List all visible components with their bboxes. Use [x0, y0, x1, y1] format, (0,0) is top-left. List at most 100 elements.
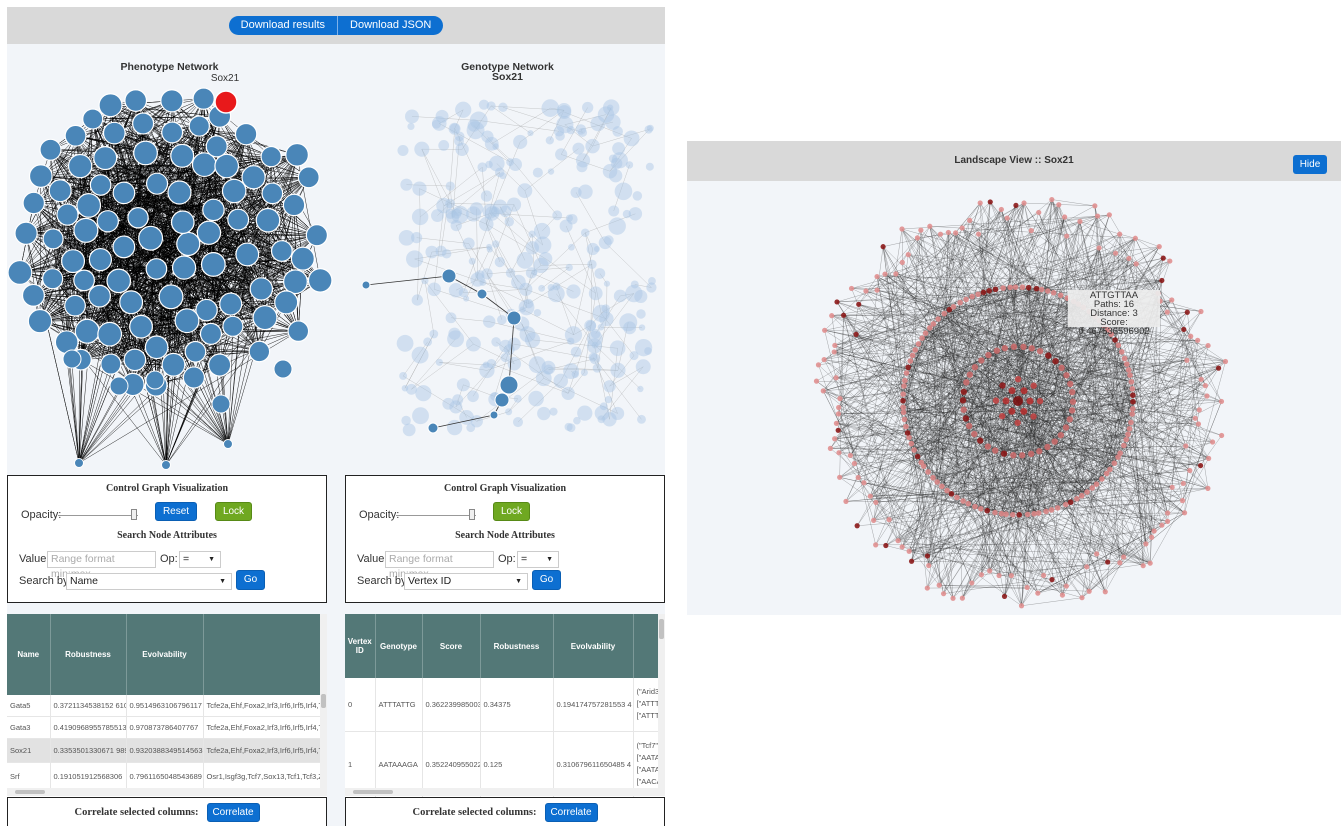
- genotype-node[interactable]: [638, 324, 646, 331]
- column-header-vertex-id[interactable]: Vertex ID: [345, 614, 376, 678]
- genotype-node[interactable]: [555, 148, 568, 161]
- landscape-node[interactable]: [930, 321, 937, 327]
- genotype-node[interactable]: [553, 126, 565, 137]
- table-row[interactable]: Gata5 0.3721134538152 6106 0.95149631067…: [7, 695, 324, 717]
- genotype-node[interactable]: [537, 406, 551, 421]
- landscape-node[interactable]: [1181, 326, 1187, 333]
- phenotype-node[interactable]: [119, 290, 144, 315]
- genotype-node[interactable]: [610, 362, 626, 378]
- landscape-node[interactable]: [1106, 212, 1112, 218]
- landscape-node[interactable]: [1183, 443, 1189, 449]
- landscape-node[interactable]: [1014, 419, 1021, 426]
- landscape-node[interactable]: [874, 273, 880, 280]
- landscape-node[interactable]: [992, 447, 999, 454]
- landscape-node[interactable]: [914, 453, 921, 460]
- genotype-node[interactable]: [599, 311, 614, 327]
- landscape-node[interactable]: [922, 330, 929, 336]
- genotype-node[interactable]: [545, 136, 554, 145]
- landscape-node[interactable]: [883, 542, 889, 549]
- landscape-node[interactable]: [1164, 518, 1171, 524]
- genotype-node[interactable]: [505, 268, 516, 278]
- landscape-node[interactable]: [893, 271, 899, 277]
- genotype-node[interactable]: [604, 396, 612, 404]
- landscape-node[interactable]: [986, 287, 993, 294]
- genotype-node[interactable]: [594, 405, 610, 421]
- landscape-node[interactable]: [1009, 511, 1016, 518]
- phenotype-node[interactable]: [96, 210, 119, 233]
- phenotype-node[interactable]: [102, 121, 126, 145]
- landscape-node[interactable]: [985, 351, 992, 359]
- landscape-node[interactable]: [1115, 342, 1122, 349]
- landscape-node[interactable]: [1184, 357, 1190, 363]
- landscape-node[interactable]: [1000, 450, 1008, 457]
- genotype-node[interactable]: [441, 249, 452, 259]
- phenotype-node[interactable]: [184, 340, 207, 363]
- landscape-node[interactable]: [950, 303, 957, 310]
- landscape-node[interactable]: [1197, 462, 1204, 469]
- op-select[interactable]: = ▼: [517, 551, 559, 568]
- landscape-node[interactable]: [1112, 250, 1119, 256]
- genotype-node[interactable]: [405, 109, 419, 124]
- landscape-node[interactable]: [835, 411, 842, 417]
- genotype-node[interactable]: [571, 370, 579, 378]
- phenotype-node[interactable]: [61, 249, 86, 274]
- landscape-node[interactable]: [906, 548, 912, 554]
- phenotype-table-vscrollbar[interactable]: [320, 614, 327, 790]
- correlate-button[interactable]: Correlate: [206, 802, 260, 822]
- landscape-node[interactable]: [984, 507, 991, 514]
- landscape-node[interactable]: [854, 523, 860, 529]
- landscape-node[interactable]: [1036, 448, 1043, 455]
- landscape-node[interactable]: [1118, 349, 1125, 355]
- landscape-node[interactable]: [1028, 227, 1034, 234]
- landscape-node[interactable]: [1205, 342, 1211, 349]
- phenotype-node[interactable]: [48, 179, 72, 203]
- genotype-node[interactable]: [525, 267, 538, 279]
- landscape-node[interactable]: [1008, 572, 1014, 579]
- landscape-node[interactable]: [1132, 235, 1138, 241]
- landscape-node[interactable]: [880, 244, 886, 250]
- landscape-node[interactable]: [1099, 476, 1105, 482]
- landscape-node[interactable]: [1020, 407, 1028, 415]
- landscape-node[interactable]: [902, 377, 908, 384]
- genotype-node[interactable]: [412, 181, 427, 196]
- phenotype-node[interactable]: [160, 89, 184, 113]
- landscape-node[interactable]: [1057, 292, 1064, 299]
- genotype-node[interactable]: [585, 138, 600, 154]
- genotype-node[interactable]: [512, 417, 524, 428]
- phenotype-node[interactable]: [62, 349, 82, 369]
- landscape-node[interactable]: [1026, 397, 1034, 405]
- landscape-node[interactable]: [1013, 396, 1023, 406]
- landscape-node[interactable]: [1018, 452, 1026, 459]
- landscape-node[interactable]: [1179, 498, 1186, 504]
- genotype-node[interactable]: [602, 163, 618, 179]
- genotype-node[interactable]: [538, 251, 553, 266]
- landscape-node[interactable]: [1013, 202, 1019, 208]
- genotype-node[interactable]: [637, 414, 646, 424]
- genotype-node[interactable]: [414, 141, 430, 157]
- table-row[interactable]: Gata3 0.4190968955785513 0.9708737864077…: [7, 716, 324, 739]
- landscape-node[interactable]: [833, 420, 840, 426]
- phenotype-node[interactable]: [274, 290, 299, 315]
- phenotype-network-graph[interactable]: [7, 82, 337, 472]
- genotype-node[interactable]: [436, 197, 452, 214]
- genotype-node[interactable]: [396, 334, 414, 352]
- landscape-node[interactable]: [960, 388, 967, 395]
- landscape-node[interactable]: [962, 415, 970, 422]
- landscape-node[interactable]: [1004, 215, 1010, 221]
- opacity-slider-track[interactable]: [396, 515, 476, 516]
- genotype-node[interactable]: [561, 386, 575, 400]
- landscape-node[interactable]: [1068, 407, 1076, 414]
- landscape-node[interactable]: [1016, 512, 1023, 518]
- landscape-node[interactable]: [831, 349, 837, 355]
- landscape-node[interactable]: [867, 493, 873, 499]
- landscape-node[interactable]: [1084, 489, 1090, 495]
- landscape-node[interactable]: [1036, 397, 1044, 405]
- landscape-node[interactable]: [1064, 233, 1070, 239]
- genotype-node[interactable]: [567, 214, 578, 225]
- landscape-node[interactable]: [843, 498, 849, 504]
- genotype-node[interactable]: [482, 315, 496, 328]
- landscape-node[interactable]: [1112, 337, 1118, 343]
- genotype-node[interactable]: [619, 313, 638, 332]
- phenotype-node[interactable]: [227, 208, 250, 231]
- genotype-node[interactable]: [449, 400, 463, 414]
